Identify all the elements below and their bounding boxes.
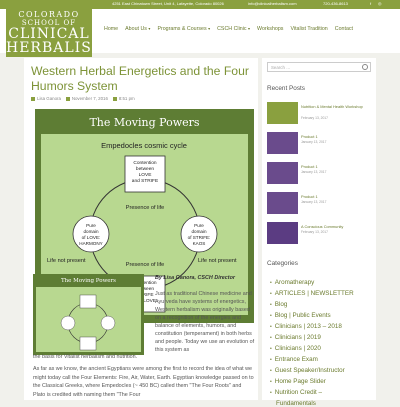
not-present-right: Life not present bbox=[198, 258, 237, 264]
clock-icon bbox=[112, 97, 117, 101]
post-date: November 7, 2016 bbox=[71, 96, 108, 101]
category-link[interactable]: • Guest Speaker/Instructor bbox=[270, 367, 345, 374]
thumbnail-panel bbox=[36, 287, 141, 352]
post-thumbnail[interactable] bbox=[267, 222, 298, 244]
post-author[interactable]: Lisa Ganora bbox=[37, 96, 61, 101]
recent-post-item[interactable]: Product 1 January 13, 2017 bbox=[267, 162, 372, 184]
category-link[interactable]: • Nutrition Credit – bbox=[270, 389, 322, 396]
post-thumbnail[interactable] bbox=[267, 162, 298, 184]
nav-contact[interactable]: Contact bbox=[335, 26, 353, 32]
post-thumbnail[interactable] bbox=[267, 192, 298, 214]
nav-workshops[interactable]: Workshops bbox=[257, 26, 283, 32]
post-paragraph-2: As far as we know, the ancient Egyptians… bbox=[33, 366, 254, 398]
recent-post-item[interactable]: Product 1 January 13, 2017 bbox=[267, 132, 372, 154]
instagram-icon[interactable]: ◎ bbox=[378, 1, 382, 6]
left-circle bbox=[72, 215, 110, 253]
thumbnail-diagram bbox=[60, 294, 116, 351]
right-circle bbox=[180, 215, 218, 253]
category-link-continued[interactable]: Fundamentals bbox=[276, 400, 316, 407]
post-paragraph-1: Just as traditional Chinese medicine and… bbox=[155, 291, 255, 353]
sidebar: Search … Recent Posts Nutrition & Mental… bbox=[262, 58, 376, 407]
post-title: Western Herbal Energetics and the Four H… bbox=[31, 64, 249, 93]
figure-subtitle: Empedocles cosmic cycle bbox=[101, 141, 187, 150]
categories-heading: Categories bbox=[267, 260, 298, 267]
category-link[interactable]: • Clinicians | 2020 bbox=[270, 345, 321, 352]
post-thumbnail[interactable] bbox=[267, 102, 298, 124]
presence-top: Presence of life bbox=[126, 205, 165, 211]
post-content: Western Herbal Energetics and the Four H… bbox=[24, 58, 258, 400]
moving-powers-thumbnail: The Moving Powers bbox=[33, 274, 144, 355]
post-thumbnail[interactable] bbox=[267, 132, 298, 154]
presence-bottom: Presence of life bbox=[126, 262, 165, 268]
post-meta: Lisa Ganora November 7, 2016 8:51 pm bbox=[31, 96, 135, 101]
search-icon[interactable] bbox=[362, 64, 368, 70]
post-paragraph-1-end: the basis for Vitalist herbalism and nut… bbox=[33, 354, 138, 360]
nav-about[interactable]: About Us ▾ bbox=[125, 26, 150, 32]
facebook-icon[interactable]: f bbox=[370, 1, 371, 6]
address-text: 4251 East Chinatown Street, Unit 4, Lafa… bbox=[112, 1, 224, 6]
recent-post-item[interactable]: Nutrition & Mental Health Workshop Febru… bbox=[267, 102, 372, 124]
not-present-left: Life not present bbox=[47, 258, 86, 264]
recent-posts-heading: Recent Posts bbox=[267, 85, 306, 92]
category-link[interactable]: • Aromatherapy bbox=[270, 279, 314, 286]
search-placeholder: Search … bbox=[271, 65, 291, 70]
chevron-down-icon: ▾ bbox=[248, 26, 251, 31]
recent-post-item[interactable]: A Conscious Community February 13, 2017 bbox=[267, 222, 372, 244]
thumbnail-title: The Moving Powers bbox=[60, 278, 117, 284]
recent-post-item[interactable]: Product 1 January 13, 2017 bbox=[267, 192, 372, 214]
nav-vitalist[interactable]: Vitalist Tradition bbox=[290, 26, 327, 32]
chevron-down-icon: ▾ bbox=[148, 26, 151, 31]
email-link[interactable]: info@clinicalherbalism.com bbox=[248, 1, 297, 6]
search-input[interactable]: Search … bbox=[267, 62, 371, 72]
category-link[interactable]: • Home Page Slider bbox=[270, 378, 326, 385]
calendar-icon bbox=[65, 97, 70, 101]
category-link[interactable]: • Clinicians | 2019 bbox=[270, 334, 321, 341]
category-link[interactable]: • Entrance Exam bbox=[270, 356, 318, 363]
category-link[interactable]: • Blog bbox=[270, 301, 287, 308]
post-byline: By Lisa Ganora, CSCH Director bbox=[155, 275, 235, 281]
top-bar: 4251 East Chinatown Street, Unit 4, Lafa… bbox=[0, 0, 400, 9]
post-time: 8:51 pm bbox=[118, 96, 135, 101]
site-logo[interactable]: COLORADO SCHOOL OF CLINICAL HERBALISM bbox=[6, 9, 106, 57]
category-link[interactable]: • Clinicians | 2013 – 2018 bbox=[270, 323, 342, 330]
phone-link[interactable]: 720-436-8613 bbox=[323, 1, 348, 6]
main-nav: Home About Us ▾ Programs & Courses ▾ CSC… bbox=[104, 26, 353, 32]
nav-clinic[interactable]: CSCH Clinic ▾ bbox=[217, 26, 250, 32]
figure-title: The Moving Powers bbox=[89, 116, 200, 129]
category-link[interactable]: • ARTICLES | NEWSLETTER bbox=[270, 290, 354, 297]
category-link[interactable]: • Blog | Public Events bbox=[270, 312, 331, 319]
nav-home[interactable]: Home bbox=[104, 26, 118, 32]
author-icon bbox=[31, 97, 35, 101]
nav-programs[interactable]: Programs & Courses ▾ bbox=[157, 26, 210, 32]
chevron-down-icon: ▾ bbox=[208, 26, 211, 31]
site-header: COLORADO SCHOOL OF CLINICAL HERBALISM Ho… bbox=[0, 9, 400, 57]
